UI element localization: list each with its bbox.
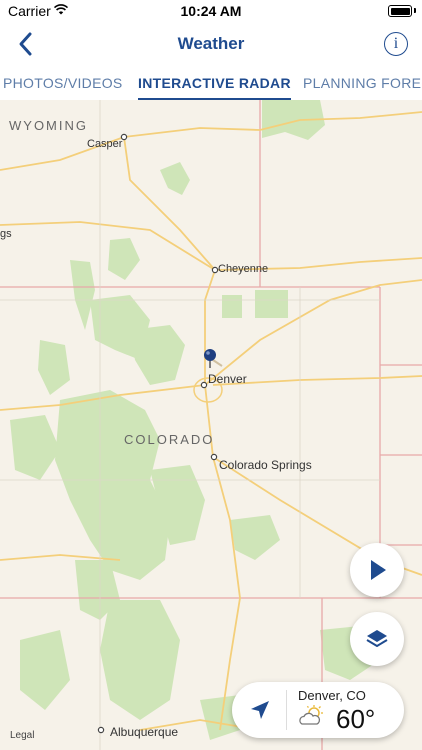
city-label-colorado-springs: Colorado Springs xyxy=(219,458,312,472)
navigation-bar: Weather i xyxy=(0,22,422,66)
play-icon xyxy=(371,560,386,580)
legal-link[interactable]: Legal xyxy=(10,730,34,741)
battery-tip xyxy=(414,8,416,13)
city-label-albuquerque: Albuquerque xyxy=(110,725,179,739)
status-time: 10:24 AM xyxy=(180,3,242,19)
partly-cloudy-icon xyxy=(299,705,323,725)
play-button[interactable] xyxy=(350,543,404,597)
battery-icon xyxy=(388,5,412,17)
current-weather-panel[interactable]: Denver, CO 60° xyxy=(232,682,404,738)
tab-interactive-radar[interactable]: INTERACTIVE RADAR xyxy=(138,75,291,100)
city-label-casper: Casper xyxy=(87,138,123,150)
page-title: Weather xyxy=(177,34,245,53)
city-label-cheyenne: Cheyenne xyxy=(218,263,269,275)
weather-location: Denver, CO xyxy=(298,688,366,703)
city-label-denver: Denver xyxy=(208,372,247,386)
tab-planning-forecast[interactable]: PLANNING FORECAST xyxy=(303,75,422,91)
tab-photos-videos[interactable]: PHOTOS/VIDEOS xyxy=(3,75,123,91)
location-arrow-icon[interactable] xyxy=(248,698,272,722)
tab-bar: PHOTOS/VIDEOS INTERACTIVE RADAR PLANNING… xyxy=(0,66,422,101)
city-label-edge-fragment: gs xyxy=(0,228,12,240)
state-label-wyoming: WYOMING xyxy=(9,118,88,133)
state-label-colorado: COLORADO xyxy=(124,432,215,447)
status-bar: Carrier 10:24 AM xyxy=(0,0,422,22)
layers-icon xyxy=(366,630,388,647)
layers-button[interactable] xyxy=(350,612,404,666)
info-icon[interactable]: i xyxy=(384,32,408,56)
weather-temperature: 60° xyxy=(336,704,376,734)
panel-divider xyxy=(286,690,287,730)
